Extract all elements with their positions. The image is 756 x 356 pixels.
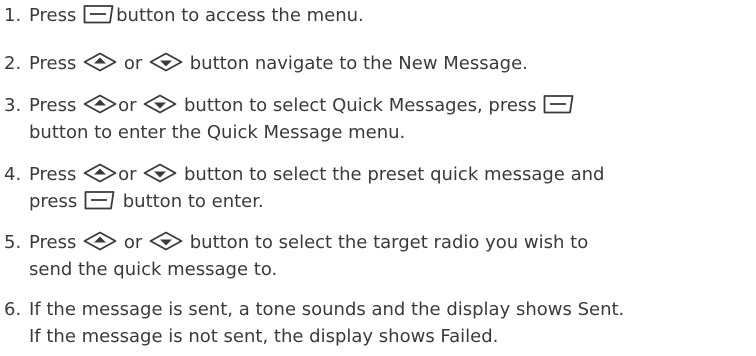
step-number: 6. xyxy=(4,299,22,320)
down-key-icon xyxy=(142,162,178,184)
step-line: Press or button to select the target rad… xyxy=(29,230,588,256)
instruction-list: 1. Press button to access the menu. 2. P… xyxy=(0,0,756,356)
menu-key-icon xyxy=(83,189,117,211)
step-text: button to select Quick Messages, press xyxy=(184,95,537,116)
step-text: Press xyxy=(29,53,77,74)
step-text: press xyxy=(29,191,78,212)
step-text: Press xyxy=(29,232,77,253)
up-key-icon xyxy=(82,230,118,252)
step-text: or xyxy=(123,232,143,253)
down-key-icon xyxy=(148,230,184,252)
step-number: 1. xyxy=(4,5,22,26)
step-line: If the message is sent, a tone sounds an… xyxy=(29,299,625,320)
step-number: 5. xyxy=(4,232,22,253)
step-text: button to enter the Quick Message menu. xyxy=(29,122,406,143)
step-number: 3. xyxy=(4,95,22,116)
step-line: button to enter the Quick Message menu. xyxy=(29,120,405,146)
step-text: button to select the target radio you wi… xyxy=(189,232,589,253)
step-line: Press or button navigate to the New Mess… xyxy=(29,51,528,77)
step-line: send the quick message to. xyxy=(29,257,277,283)
step-line: Press or button to select the preset qui… xyxy=(29,162,604,188)
step-text: button to enter. xyxy=(122,191,264,212)
up-key-icon xyxy=(82,51,118,73)
step-text: or xyxy=(123,53,143,74)
step-line: Press or button to select Quick Messages… xyxy=(29,93,576,119)
step-text: Press xyxy=(29,164,77,185)
down-key-icon xyxy=(142,93,178,115)
step-text: button navigate to the New Message. xyxy=(189,53,528,74)
up-key-icon xyxy=(82,93,118,115)
step-line: If the message is not sent, the display … xyxy=(29,326,499,347)
step-number: 4. xyxy=(4,164,22,185)
menu-key-icon xyxy=(542,93,576,115)
step-text: or xyxy=(118,95,137,116)
step-line: Press button to access the menu. xyxy=(29,3,364,29)
down-key-icon xyxy=(148,51,184,73)
step-text: send the quick message to. xyxy=(29,259,278,280)
step-line: press button to enter. xyxy=(29,189,264,215)
menu-key-icon xyxy=(82,3,116,25)
step-text: Press xyxy=(29,95,77,116)
step-text: Press xyxy=(29,5,77,26)
step-number: 2. xyxy=(4,53,22,74)
step-text: button to access the menu. xyxy=(116,5,364,26)
up-key-icon xyxy=(82,162,118,184)
step-text: button to select the preset quick messag… xyxy=(184,164,605,185)
step-text: or xyxy=(118,164,137,185)
